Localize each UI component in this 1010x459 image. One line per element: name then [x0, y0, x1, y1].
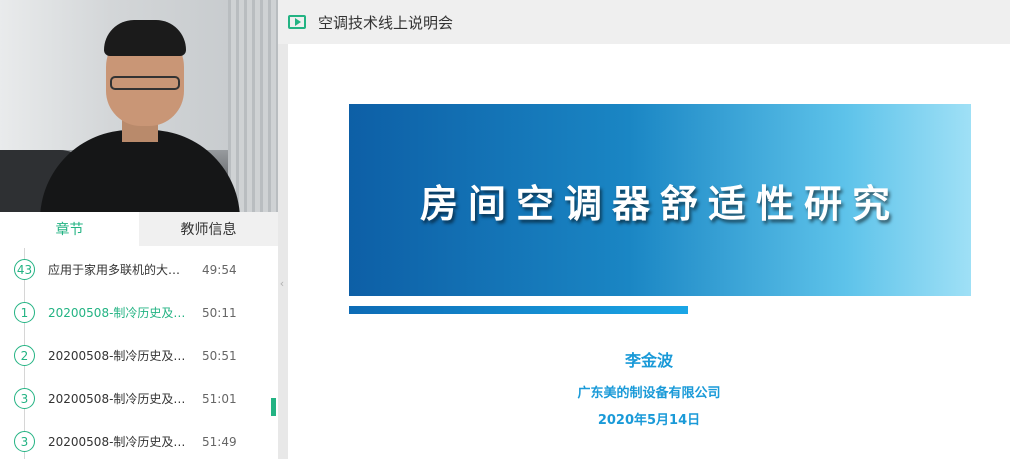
chapter-number: 3 — [14, 431, 35, 452]
chapter-duration: 51:49 — [202, 434, 237, 449]
course-header: 空调技术线上说明会 — [278, 0, 1010, 44]
chapter-number: 2 — [14, 345, 35, 366]
chapter-title: 应用于家用多联机的大小... — [48, 263, 189, 277]
chapter-duration: 50:51 — [202, 348, 237, 363]
chapter-title: 20200508-制冷历史及房... — [48, 392, 189, 406]
slide-date: 2020年5月14日 — [597, 413, 701, 428]
chapter-list-scrollbar[interactable] — [271, 398, 276, 416]
chapter-title: 20200508-制冷历史及房... — [48, 349, 189, 363]
left-panel: 章节 教师信息 43 应用于家用多联机的大小... 49:54 1 202005… — [0, 0, 278, 459]
tab-teacher-info[interactable]: 教师信息 — [139, 212, 278, 246]
chevron-left-icon[interactable]: ‹ — [278, 268, 286, 298]
chapter-title: 20200508-制冷历史及房... — [48, 306, 189, 320]
tab-bar: 章节 教师信息 — [0, 212, 278, 246]
slide-title-banner: 房间空调器舒适性研究 — [349, 104, 971, 296]
webcam-video[interactable] — [0, 0, 278, 212]
chapter-number: 3 — [14, 388, 35, 409]
chapter-item[interactable]: 2 20200508-制冷历史及房... 50:51 — [0, 334, 270, 377]
chapter-duration: 50:11 — [202, 305, 237, 320]
slide-title: 房间空调器舒适性研究 — [419, 181, 900, 226]
chapter-item[interactable]: 3 20200508-制冷历史及房... 51:01 — [0, 377, 270, 420]
presenter-glasses — [110, 76, 180, 90]
course-title: 空调技术线上说明会 — [318, 13, 454, 32]
chapter-number: 1 — [14, 302, 35, 323]
play-icon — [288, 15, 306, 29]
chapter-title: 20200508-制冷历史及房... — [48, 435, 189, 449]
tab-chapters[interactable]: 章节 — [0, 212, 139, 246]
chapter-item-active[interactable]: 1 20200508-制冷历史及房... 50:11 — [0, 291, 270, 334]
slide-accent-bar — [349, 306, 688, 314]
webcam-window-blind — [228, 0, 278, 212]
presentation-slide: 房间空调器舒适性研究 李金波 广东美的制设备有限公司 2020年5月14日 — [288, 44, 1010, 459]
chapter-duration: 49:54 — [202, 262, 237, 277]
slide-author: 李金波 — [624, 351, 673, 370]
chapter-item[interactable]: 43 应用于家用多联机的大小... 49:54 — [0, 248, 270, 291]
presenter-hair — [104, 20, 186, 56]
chapter-list: 43 应用于家用多联机的大小... 49:54 1 20200508-制冷历史及… — [0, 248, 270, 459]
chapter-duration: 51:01 — [202, 391, 237, 406]
slide-company: 广东美的制设备有限公司 — [577, 386, 721, 401]
chapter-item[interactable]: 3 20200508-制冷历史及房... 51:49 — [0, 420, 270, 459]
chapter-number: 43 — [14, 259, 35, 280]
